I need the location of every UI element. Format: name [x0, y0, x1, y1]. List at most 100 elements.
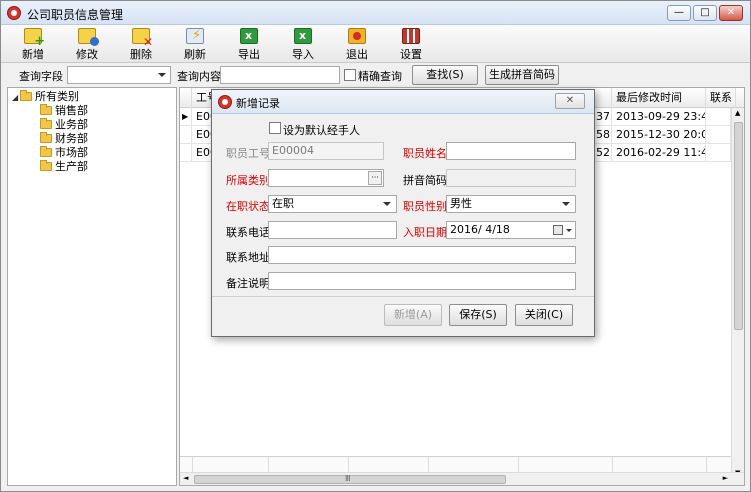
row-indicator: [180, 126, 192, 144]
cell-contact: [706, 108, 731, 126]
scroll-right-icon[interactable]: ►: [723, 474, 728, 482]
tree-node-production[interactable]: 生产部: [40, 160, 88, 174]
folder-icon: [40, 146, 52, 157]
folder-icon: [40, 132, 52, 143]
emp-id-field: E00004: [268, 142, 384, 160]
dialog-save-button[interactable]: 保存(S): [449, 304, 507, 326]
app-icon: [218, 95, 232, 109]
row-indicator-header: [180, 88, 192, 108]
new-record-dialog: 新增记录 ✕ 设为默认经手人 职员工号 E00004 职员姓名 所属类别 ···…: [211, 89, 595, 337]
exit-icon: [348, 28, 366, 44]
toolbar-new-button[interactable]: + 新增: [11, 27, 55, 61]
horizontal-scroll-thumb[interactable]: Ⅲ: [194, 474, 506, 484]
folder-icon: [40, 104, 52, 115]
dialog-title-bar: 新增记录 ✕: [212, 90, 594, 114]
query-field-select[interactable]: [67, 66, 171, 84]
folder-icon: [40, 118, 52, 129]
current-row-icon: ▶: [180, 108, 192, 126]
query-bar: 查询字段 查询内容 精确查询 查找(S) 生成拼音简码: [1, 64, 750, 86]
dialog-new-button[interactable]: 新增(A): [384, 304, 442, 326]
vertical-scrollbar[interactable]: ▲ ▼: [731, 108, 744, 478]
delete-icon: ✕: [132, 28, 153, 48]
scroll-up-icon[interactable]: ▲: [735, 109, 740, 117]
refresh-icon: ⚡: [186, 28, 204, 44]
cell-partial: 58: [592, 126, 612, 144]
exact-query-checkbox[interactable]: [344, 69, 356, 81]
phone-field[interactable]: [268, 221, 397, 239]
category-field[interactable]: ···: [268, 169, 384, 187]
name-label: 职员姓名: [403, 147, 447, 160]
folder-icon: [20, 90, 32, 101]
note-field[interactable]: [268, 272, 576, 290]
window-title: 公司职员信息管理: [27, 8, 124, 22]
cell-partial: 37: [592, 108, 612, 126]
address-label: 联系地址: [226, 251, 270, 264]
tree-node-finance[interactable]: 财务部: [40, 132, 88, 146]
default-handler-label: 设为默认经手人: [283, 124, 360, 137]
add-icon: +: [24, 28, 45, 48]
calendar-icon[interactable]: [553, 225, 563, 235]
status-select[interactable]: 在职: [268, 195, 397, 213]
emp-id-label: 职员工号: [226, 147, 270, 160]
default-handler-checkbox[interactable]: [269, 122, 281, 134]
generate-pinyin-button[interactable]: 生成拼音简码: [485, 65, 559, 85]
column-header-contact[interactable]: 联系: [706, 88, 736, 108]
status-label: 在职状态: [226, 200, 270, 213]
chevron-down-icon: [562, 202, 570, 206]
dialog-close-button[interactable]: 关闭(C): [515, 304, 573, 326]
tree-collapse-icon[interactable]: ◢: [12, 91, 20, 105]
name-field[interactable]: [446, 142, 576, 160]
horizontal-scrollbar[interactable]: ◄ Ⅲ ►: [180, 472, 744, 485]
tree-node-root[interactable]: ◢ 所有类别: [12, 90, 79, 104]
minimize-button[interactable]: —: [667, 5, 691, 21]
scroll-left-icon[interactable]: ◄: [183, 474, 188, 482]
column-header-modified[interactable]: 最后修改时间: [612, 88, 706, 108]
gender-label: 职员性别: [403, 200, 447, 213]
note-label: 备注说明: [226, 277, 270, 290]
toolbar-refresh-button[interactable]: ⚡ 刷新: [173, 27, 217, 61]
chevron-down-icon: [566, 229, 572, 232]
browse-icon[interactable]: ···: [368, 171, 382, 185]
dialog-divider: [212, 296, 594, 297]
pinyin-label: 拼音简码: [403, 174, 447, 187]
scroll-grip-icon: Ⅲ: [345, 474, 351, 483]
maximize-button[interactable]: □: [693, 5, 717, 21]
pinyin-field[interactable]: [446, 169, 576, 187]
close-window-button[interactable]: ✕: [719, 5, 743, 21]
dialog-title: 新增记录: [236, 97, 280, 110]
tree-node-marketing[interactable]: 市场部: [40, 146, 88, 160]
folder-icon: [40, 160, 52, 171]
settings-icon: [402, 28, 420, 44]
import-icon: x: [294, 28, 312, 44]
toolbar-exit-button[interactable]: 退出: [335, 27, 379, 61]
address-field[interactable]: [268, 246, 576, 264]
vertical-scroll-thumb[interactable]: [734, 122, 743, 330]
tree-node-sales[interactable]: 销售部: [40, 104, 88, 118]
cell-partial: 52: [592, 144, 612, 162]
search-button[interactable]: 查找(S): [412, 65, 478, 85]
toolbar-export-button[interactable]: x 导出: [227, 27, 271, 61]
category-label: 所属类别: [226, 174, 270, 187]
exact-query-label: 精确查询: [358, 70, 402, 83]
app-icon: [7, 6, 21, 20]
export-icon: x: [240, 28, 258, 44]
toolbar-import-button[interactable]: x 导入: [281, 27, 325, 61]
toolbar-delete-button[interactable]: ✕ 删除: [119, 27, 163, 61]
phone-label: 联系电话: [226, 226, 270, 239]
edit-icon: [78, 28, 99, 46]
query-content-input[interactable]: [220, 66, 340, 84]
toolbar-settings-button[interactable]: 设置: [389, 27, 433, 61]
toolbar-edit-button[interactable]: 修改: [65, 27, 109, 61]
row-indicator: [180, 144, 192, 162]
hire-date-label: 入职日期: [403, 226, 447, 239]
gender-select[interactable]: 男性: [446, 195, 576, 213]
dialog-close-icon[interactable]: ✕: [555, 93, 585, 109]
hire-date-picker[interactable]: 2016/ 4/18: [446, 221, 576, 239]
cell-modified: 2013-09-29 23:46:37: [612, 108, 706, 126]
tree-node-business[interactable]: 业务部: [40, 118, 88, 132]
grid-footer: [180, 456, 731, 474]
cell-contact: [706, 126, 731, 144]
chevron-down-icon: [383, 202, 391, 206]
query-field-label: 查询字段: [19, 70, 63, 83]
cell-contact: [706, 144, 731, 162]
